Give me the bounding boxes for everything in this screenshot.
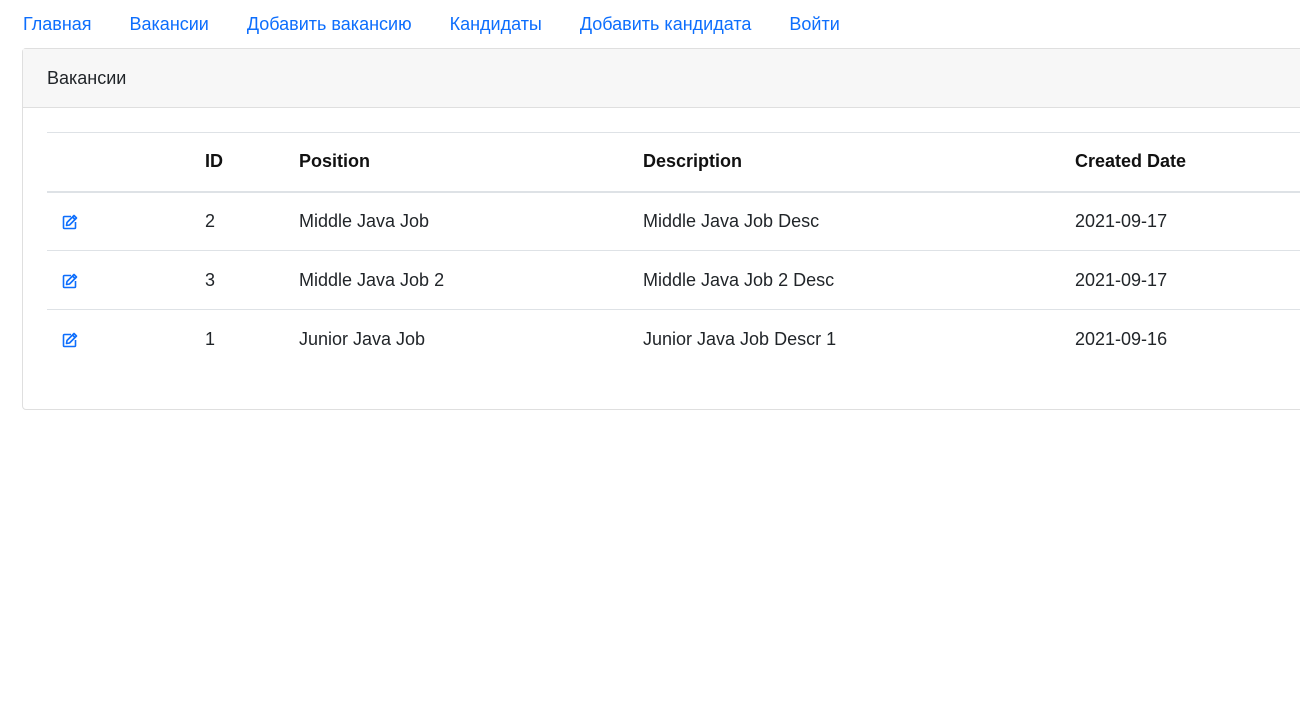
- vacancies-table: ID Position Description Created Date 2 M…: [47, 132, 1300, 369]
- edit-icon[interactable]: [61, 272, 79, 290]
- cell-description: Middle Java Job Desc: [643, 210, 820, 231]
- table-row: 2 Middle Java Job Middle Java Job Desc 2…: [47, 192, 1300, 251]
- table-header-row: ID Position Description Created Date: [47, 132, 1300, 192]
- col-header-position: Position: [299, 151, 370, 172]
- cell-created-date: 2021-09-17: [1075, 210, 1168, 231]
- edit-icon[interactable]: [61, 331, 79, 349]
- cell-position: Middle Java Job: [299, 210, 430, 231]
- cell-description: Middle Java Job 2 Desc: [643, 269, 835, 290]
- cell-position: Middle Java Job 2: [299, 269, 445, 290]
- edit-icon[interactable]: [61, 213, 79, 231]
- cell-position: Junior Java Job: [299, 328, 426, 349]
- table-row: 3 Middle Java Job 2 Middle Java Job 2 De…: [47, 251, 1300, 310]
- col-header-created-date: Created Date: [1075, 151, 1187, 172]
- cell-created-date: 2021-09-16: [1075, 328, 1168, 349]
- nav-link-vacancies[interactable]: Вакансии: [130, 14, 209, 35]
- cell-id: 1: [205, 328, 216, 349]
- col-header-edit: [47, 133, 205, 192]
- cell-id: 3: [205, 269, 216, 290]
- cell-created-date: 2021-09-17: [1075, 269, 1168, 290]
- col-header-description: Description: [643, 151, 743, 172]
- table-row: 1 Junior Java Job Junior Java Job Descr …: [47, 310, 1300, 369]
- cell-id: 2: [205, 210, 216, 231]
- cell-description: Junior Java Job Descr 1: [643, 328, 837, 349]
- card-title: Вакансии: [23, 49, 1300, 108]
- nav-link-add-candidate[interactable]: Добавить кандидата: [580, 14, 752, 35]
- nav-link-candidates[interactable]: Кандидаты: [450, 14, 542, 35]
- nav-link-login[interactable]: Войти: [789, 14, 839, 35]
- top-nav: Главная Вакансии Добавить вакансию Канди…: [0, 0, 878, 48]
- nav-link-add-vacancy[interactable]: Добавить вакансию: [247, 14, 412, 35]
- nav-link-home[interactable]: Главная: [23, 14, 92, 35]
- col-header-id: ID: [205, 151, 223, 172]
- vacancies-card: Вакансии ID Position Description Created…: [22, 48, 1300, 410]
